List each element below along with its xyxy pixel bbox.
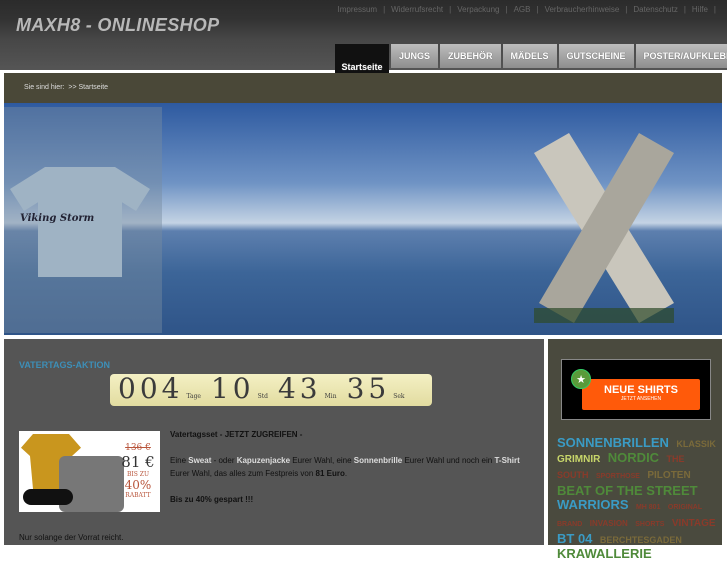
separator: |	[625, 5, 628, 14]
promo-headline: Vatertagsset - JETZT ZUGREIFEN -	[170, 430, 303, 439]
promo-text: Vatertagsset - JETZT ZUGREIFEN - Eine Sw…	[170, 430, 520, 504]
separator: |	[383, 5, 386, 14]
tag-link[interactable]: SONNENBRILLEN	[557, 435, 669, 450]
top-link-agb[interactable]: AGB	[514, 5, 531, 14]
hours-label: Std	[257, 393, 268, 400]
tag-link[interactable]: NORDIC	[608, 450, 659, 465]
top-links: Impressum | Widerrufsrecht | Verpackung | AGB |…	[335, 5, 720, 14]
separator: |	[449, 5, 452, 14]
nav-tab-2[interactable]: ZUBEHÖR	[440, 44, 501, 68]
link-kapuzenjacke[interactable]: Kapuzenjacke	[237, 456, 290, 465]
tag-link[interactable]: GRIMNIR	[557, 454, 600, 465]
tag-link[interactable]: BT 04	[557, 531, 592, 546]
tag-link[interactable]: SPORTHOSE	[596, 473, 640, 480]
tag-link[interactable]: BEAT OF THE STREET	[557, 483, 698, 498]
shirt-panel: Viking Storm	[4, 107, 162, 333]
tag-link[interactable]: WARRIORS	[557, 497, 629, 512]
nav-tab-3[interactable]: MÄDELS	[502, 44, 557, 68]
tag-link[interactable]: MH 801	[636, 504, 661, 511]
site-logo[interactable]: MAXH8 - ONLINESHOP	[16, 15, 219, 36]
x-sculpture-image	[534, 133, 674, 323]
new-shirts-button[interactable]: NEUE SHIRTS JETZT ANSEHEN	[582, 379, 700, 410]
new-price: 81 €	[121, 453, 155, 471]
link-sweat[interactable]: Sweat	[188, 456, 211, 465]
new-shirts-banner[interactable]: NEUE SHIRTS JETZT ANSEHEN ★	[561, 359, 711, 420]
top-link-verpackung[interactable]: Verpackung	[457, 5, 499, 14]
separator: |	[683, 5, 686, 14]
minutes-label: Min	[324, 393, 337, 400]
nav-tab-5[interactable]: POSTER/AUFKLEBER	[635, 44, 727, 68]
separator: |	[713, 5, 716, 14]
top-link-hilfe[interactable]: Hilfe	[692, 5, 708, 14]
promo-title: VATERTAGS-AKTION	[19, 360, 110, 370]
top-link-verbraucherhinweise[interactable]: Verbraucherhinweise	[545, 5, 620, 14]
promo-footer: Nur solange der Vorrat reicht.	[19, 533, 124, 542]
promo-panel: VATERTAGS-AKTION 004 Tage 10 Std 43 Min 35 S…	[4, 339, 544, 545]
nav-tab-1[interactable]: JUNGS	[391, 44, 439, 68]
old-price: 136 €	[125, 443, 151, 453]
tag-link[interactable]: KRAWALLERIE	[557, 546, 652, 561]
countdown-seconds: 35	[346, 372, 391, 405]
discount-line3: RABATT	[125, 492, 151, 499]
tag-link[interactable]: PILOTEN	[647, 470, 690, 481]
tag-link[interactable]: VINTAGE	[672, 518, 716, 529]
sidebar: NEUE SHIRTS JETZT ANSEHEN ★ SONNENBRILLEN…	[548, 339, 722, 561]
promo-image[interactable]: 136 € 81 € BIS ZU 40% RABATT	[19, 431, 160, 512]
separator: |	[505, 5, 508, 14]
discount-line1: BIS ZU	[126, 471, 150, 478]
countdown-hours: 10	[210, 372, 255, 405]
days-label: Tage	[186, 393, 201, 400]
countdown-timer: 004 Tage 10 Std 43 Min 35 Sek	[110, 374, 432, 406]
seconds-label: Sek	[393, 393, 405, 400]
countdown-days: 004	[118, 372, 184, 405]
breadcrumb-label: Sie sind hier:	[24, 84, 65, 91]
link-sonnenbrille[interactable]: Sonnenbrille	[354, 456, 402, 465]
header: MAXH8 - ONLINESHOP Impressum | Widerrufsre…	[0, 0, 727, 84]
tag-link[interactable]: KLASSIK	[676, 439, 716, 449]
top-link-impressum[interactable]: Impressum	[338, 5, 378, 14]
top-link-widerrufsrecht[interactable]: Widerrufsrecht	[391, 5, 443, 14]
tag-cloud: SONNENBRILLEN KLASSIK GRIMNIR NORDIC THE…	[557, 436, 719, 561]
top-link-datenschutz[interactable]: Datenschutz	[633, 5, 677, 14]
promo-price: 81 Euro	[315, 469, 345, 478]
tag-link[interactable]: SHORTS	[635, 521, 664, 528]
link-tshirt[interactable]: T-Shirt	[494, 456, 519, 465]
separator: |	[536, 5, 539, 14]
breadcrumb: Sie sind hier: >> Startseite	[4, 73, 722, 103]
breadcrumb-link-startseite[interactable]: >> Startseite	[68, 84, 108, 91]
star-icon: ★	[571, 369, 591, 389]
nav-tab-4[interactable]: GUTSCHEINE	[558, 44, 634, 68]
discount-percent: 40%	[124, 478, 152, 492]
tag-link[interactable]: INVASION	[590, 519, 628, 528]
tag-link[interactable]: BERCHTESGADEN	[600, 535, 682, 545]
promo-saving: Bis zu 40% gespart !!!	[170, 495, 254, 504]
hero-banner[interactable]: Viking Storm	[4, 103, 722, 335]
shirt-print: Viking Storm	[20, 213, 95, 224]
countdown-minutes: 43	[277, 372, 322, 405]
